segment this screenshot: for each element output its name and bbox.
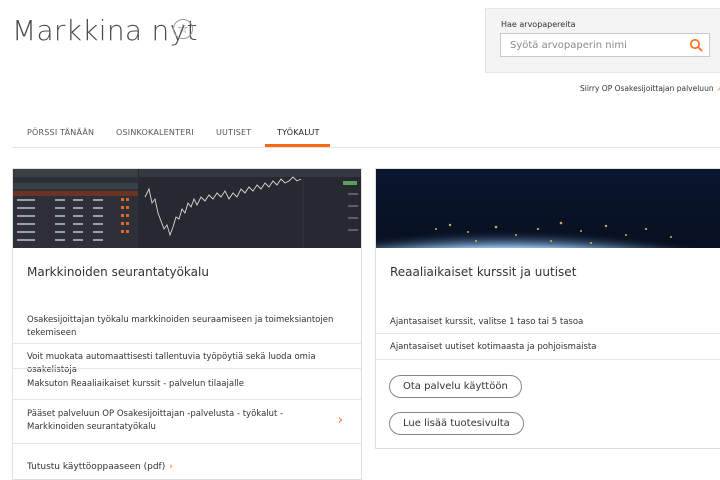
tabs-divider bbox=[12, 147, 720, 148]
tab-uutiset[interactable]: UUTISET bbox=[216, 128, 251, 137]
access-link-text: Pääset palveluun OP Osakesijoittajan -pa… bbox=[27, 409, 284, 432]
search-icon[interactable] bbox=[689, 38, 703, 52]
list-item: Ajantasaiset uutiset kotimaasta ja pohjo… bbox=[376, 333, 720, 359]
row-divider bbox=[376, 359, 720, 360]
activate-service-button[interactable]: Ota palvelu käyttöön bbox=[389, 375, 522, 398]
realtime-card-title: Reaaliaikaiset kurssit ja uutiset bbox=[390, 265, 577, 279]
feature-text: Maksuton Reaaliaikaiset kurssit - palvel… bbox=[27, 379, 245, 389]
list-item: Ajantasaiset kurssit, valitse 1 taso tai… bbox=[376, 309, 720, 333]
active-tab-indicator bbox=[265, 144, 330, 147]
access-link-row[interactable]: Pääset palveluun OP Osakesijoittajan -pa… bbox=[13, 399, 361, 443]
tool-card-title: Markkinoiden seurantatyökalu bbox=[27, 265, 209, 279]
op-service-link[interactable]: Siirry OP Osakesijoittajan palveluun ↗ bbox=[580, 84, 720, 93]
description-text: Osakesijoittajan työkalu markkinoiden se… bbox=[27, 315, 334, 338]
list-item: Maksuton Reaaliaikaiset kurssit - palvel… bbox=[13, 368, 361, 399]
row-divider bbox=[13, 443, 361, 444]
chevron-right-icon: › bbox=[169, 462, 173, 472]
star-icon[interactable]: ☆ bbox=[173, 19, 193, 39]
feature-text: Ajantasaiset uutiset kotimaasta ja pohjo… bbox=[390, 342, 597, 352]
op-service-link-label: Siirry OP Osakesijoittajan palveluun bbox=[580, 84, 714, 93]
list-item: Voit muokata automaattisesti tallentuvia… bbox=[13, 343, 361, 375]
tool-card-description: Osakesijoittajan työkalu markkinoiden se… bbox=[13, 305, 361, 338]
search-input[interactable] bbox=[501, 34, 681, 56]
read-more-button[interactable]: Lue lisää tuotesivulta bbox=[389, 412, 524, 435]
search-field bbox=[500, 33, 710, 57]
tab-porssi-tanaan[interactable]: PÖRSSI TÄNÄÄN bbox=[27, 128, 94, 137]
feature-text: Ajantasaiset kurssit, valitse 1 taso tai… bbox=[390, 317, 584, 327]
page-title: Markkina nyt bbox=[12, 14, 198, 47]
earth-night-image bbox=[376, 169, 720, 248]
trading-tool-screenshot bbox=[13, 169, 361, 248]
chevron-right-icon: › bbox=[337, 413, 343, 428]
tool-card: Markkinoiden seurantatyökalu Osakesijoit… bbox=[12, 168, 362, 480]
search-box: Hae arvopapereita bbox=[485, 8, 720, 73]
external-link-icon: ↗ bbox=[716, 84, 720, 93]
tab-bar: PÖRSSI TÄNÄÄN OSINKOKALENTERI UUTISET TY… bbox=[12, 124, 720, 148]
tab-osinkokalenteri[interactable]: OSINKOKALENTERI bbox=[116, 128, 194, 137]
guide-pdf-link[interactable]: Tutustu käyttöoppaaseen (pdf) › bbox=[27, 462, 173, 472]
realtime-card: Reaaliaikaiset kurssit ja uutiset Ajanta… bbox=[375, 168, 720, 449]
search-label: Hae arvopapereita bbox=[501, 20, 576, 29]
guide-link-label: Tutustu käyttöoppaaseen (pdf) bbox=[27, 462, 166, 472]
tab-tyokalut[interactable]: TYÖKALUT bbox=[277, 128, 320, 137]
